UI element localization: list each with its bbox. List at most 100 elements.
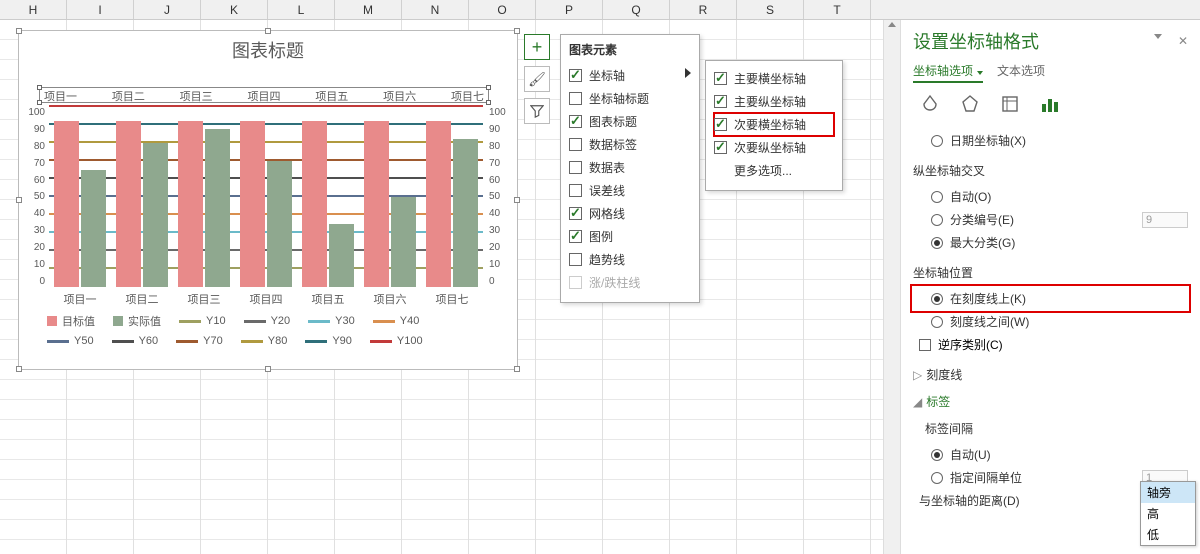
column-header[interactable]: K [201,0,268,19]
chart-object[interactable]: 图表标题 项目一项目二项目三项目四项目五项目六项目七 1009080706050… [18,30,518,370]
selection-handle[interactable] [486,85,491,90]
bar-target[interactable] [240,121,265,287]
radio-auto-cross[interactable]: 自动(O) [913,185,1188,208]
bar-actual[interactable] [391,197,416,287]
column-header[interactable]: M [335,0,402,19]
column-header[interactable]: S [737,0,804,19]
bar-actual[interactable] [81,170,106,287]
legend-item[interactable]: 实际值 [113,313,161,329]
selection-handle[interactable] [37,100,42,105]
more-options-link[interactable]: 更多选项... [714,159,834,182]
primary-x-axis[interactable]: 项目一项目二项目三项目四项目五项目六项目七 [49,291,483,307]
primary-y-axis[interactable]: 1009080706050403020100 [21,107,45,287]
dropdown-option[interactable]: 低 [1141,524,1195,545]
tab-axis-options[interactable]: 坐标轴选项 [913,62,983,83]
chart-legend[interactable]: 目标值 实际值 Y10 Y20 Y30 Y40 Y50 Y60 Y70 Y80 Y90 Y100 [47,313,489,353]
bar-target[interactable] [116,121,141,287]
axis-options-icon[interactable] [1039,93,1061,115]
secondary-x-axis-selected[interactable]: 项目一项目二项目三项目四项目五项目六项目七 [39,87,489,103]
column-header[interactable]: H [0,0,67,19]
legend-item[interactable]: Y50 [47,335,94,347]
dropdown-option[interactable]: 轴旁 [1141,482,1195,503]
bar-actual[interactable] [267,161,292,287]
chart-element-option[interactable]: 坐标轴标题 [569,87,691,110]
tab-text-options[interactable]: 文本选项 [997,62,1045,83]
tick-marks-section[interactable]: ▷刻度线 [913,366,1188,383]
bar-target[interactable] [178,121,203,287]
label-position-dropdown[interactable]: 轴旁高低 [1140,481,1196,546]
chart-filters-button[interactable] [524,98,550,124]
radio-between-ticks[interactable]: 刻度线之间(W) [913,310,1188,333]
chart-element-option[interactable]: 趋势线 [569,248,691,271]
bar-actual[interactable] [205,129,230,287]
column-header[interactable]: O [469,0,536,19]
resize-handle[interactable] [16,28,22,34]
chart-elements-button[interactable]: + [524,34,550,60]
chart-element-option[interactable]: 图例 [569,225,691,248]
labels-section[interactable]: ◢标签 [913,393,1188,410]
column-header[interactable]: I [67,0,134,19]
secondary-y-axis[interactable]: 1009080706050403020100 [489,107,513,287]
selection-handle[interactable] [486,100,491,105]
resize-handle[interactable] [514,366,520,372]
legend-item[interactable]: 目标值 [47,313,95,329]
spreadsheet-area[interactable]: 图表标题 项目一项目二项目三项目四项目五项目六项目七 1009080706050… [0,20,900,554]
chart-title[interactable]: 图表标题 [19,31,517,65]
column-header[interactable]: T [804,0,871,19]
axis-submenu-option[interactable]: 次要纵坐标轴 [714,136,834,159]
chart-element-option[interactable]: 坐标轴 [569,64,691,87]
radio-category-number[interactable]: 分类编号(E) [913,208,1188,231]
legend-item[interactable]: Y20 [244,313,291,329]
chart-element-option[interactable]: 图表标题 [569,110,691,133]
vertical-scrollbar[interactable] [883,20,900,554]
bar-target[interactable] [426,121,451,287]
legend-item[interactable]: Y30 [308,313,355,329]
column-header[interactable]: N [402,0,469,19]
resize-handle[interactable] [514,197,520,203]
axis-submenu-option[interactable]: 主要横坐标轴 [714,67,834,90]
legend-item[interactable]: Y90 [305,335,352,347]
chart-element-option[interactable]: 误差线 [569,179,691,202]
chart-element-option[interactable]: 数据标签 [569,133,691,156]
radio-date-axis[interactable]: 日期坐标轴(X) [913,129,1188,152]
fill-line-icon[interactable] [919,93,941,115]
column-header[interactable]: P [536,0,603,19]
checkbox-reverse-categories[interactable]: 逆序类别(C) [913,333,1188,356]
radio-on-tick-marks[interactable]: 在刻度线上(K) [913,287,1188,310]
size-props-icon[interactable] [999,93,1021,115]
chart-element-option[interactable]: 网格线 [569,202,691,225]
axis-submenu-option[interactable]: 主要纵坐标轴 [714,90,834,113]
chart-element-option[interactable]: 数据表 [569,156,691,179]
legend-item[interactable]: Y100 [370,335,423,347]
dropdown-option[interactable]: 高 [1141,503,1195,524]
close-pane-button[interactable]: ✕ [1178,34,1188,48]
bar-actual[interactable] [329,224,354,287]
radio-max-category[interactable]: 最大分类(G) [913,231,1188,254]
legend-item[interactable]: Y70 [176,335,223,347]
axis-submenu-option[interactable]: 次要横坐标轴 [714,113,834,136]
pane-menu-dropdown[interactable] [1154,34,1162,39]
legend-item[interactable]: Y10 [179,313,226,329]
column-header[interactable]: J [134,0,201,19]
legend-item[interactable]: Y60 [112,335,159,347]
bar-target[interactable] [54,121,79,287]
resize-handle[interactable] [265,28,271,34]
effects-icon[interactable] [959,93,981,115]
chart-styles-button[interactable]: 🖌 [524,66,550,92]
category-number-input[interactable] [1142,212,1188,228]
column-header[interactable]: R [670,0,737,19]
radio-auto-interval[interactable]: 自动(U) [913,443,1188,466]
bar-target[interactable] [302,121,327,287]
bar-actual[interactable] [143,143,168,287]
bar-target[interactable] [364,121,389,287]
legend-item[interactable]: Y80 [241,335,288,347]
bar-actual[interactable] [453,139,478,287]
column-header[interactable]: L [268,0,335,19]
resize-handle[interactable] [265,366,271,372]
resize-handle[interactable] [16,366,22,372]
column-header[interactable]: Q [603,0,670,19]
legend-item[interactable]: Y40 [373,313,420,329]
selection-handle[interactable] [37,85,42,90]
plot-area[interactable]: 1009080706050403020100 10090807060504030… [49,107,483,287]
resize-handle[interactable] [514,28,520,34]
